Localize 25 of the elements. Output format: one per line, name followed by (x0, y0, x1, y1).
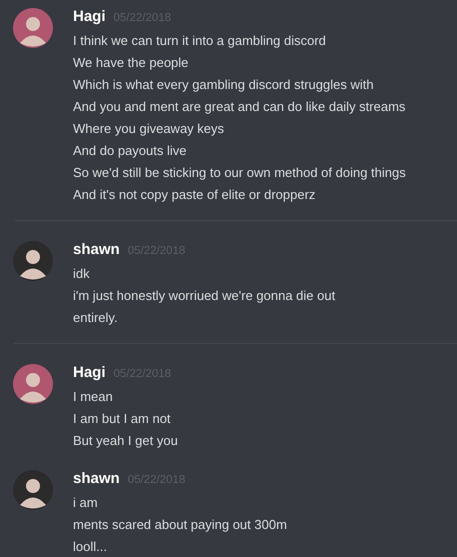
message-text: ments scared about paying out 300m (73, 516, 287, 534)
avatar-icon[interactable] (13, 8, 53, 48)
avatar-icon[interactable] (13, 241, 53, 281)
message-text: Where you giveaway keys (73, 120, 226, 138)
username[interactable]: shawn (73, 470, 120, 487)
avatar-icon[interactable] (13, 470, 53, 510)
message-text: And you and ment are great and can do like daily streams (73, 98, 406, 116)
message-text: looll... (73, 538, 108, 556)
username[interactable]: Hagi (73, 364, 106, 381)
message-text: Which is what every gambling discord struggles with (73, 76, 375, 94)
message-text: We have the people (73, 54, 190, 72)
username[interactable]: Hagi (73, 8, 106, 25)
message-text: I am but I am not (73, 410, 172, 428)
message-text: But yeah I get you (73, 432, 178, 450)
message-text: entirely. (73, 309, 119, 327)
message-text: I think we can turn it into a gambling discord (73, 32, 327, 50)
username[interactable]: shawn (73, 241, 120, 258)
message-text: i am (73, 494, 99, 512)
message-text: So we'd still be sticking to our own method of doing things (73, 164, 406, 182)
message-text: I mean (73, 388, 114, 406)
message-text: And it's not copy paste of elite or dropperz (73, 186, 316, 204)
message-text: And do payouts live (73, 142, 188, 160)
message-text: idk (73, 265, 91, 283)
avatar-icon[interactable] (13, 364, 53, 404)
message-text: i'm just honestly worriued we're gonna die out (73, 287, 336, 305)
